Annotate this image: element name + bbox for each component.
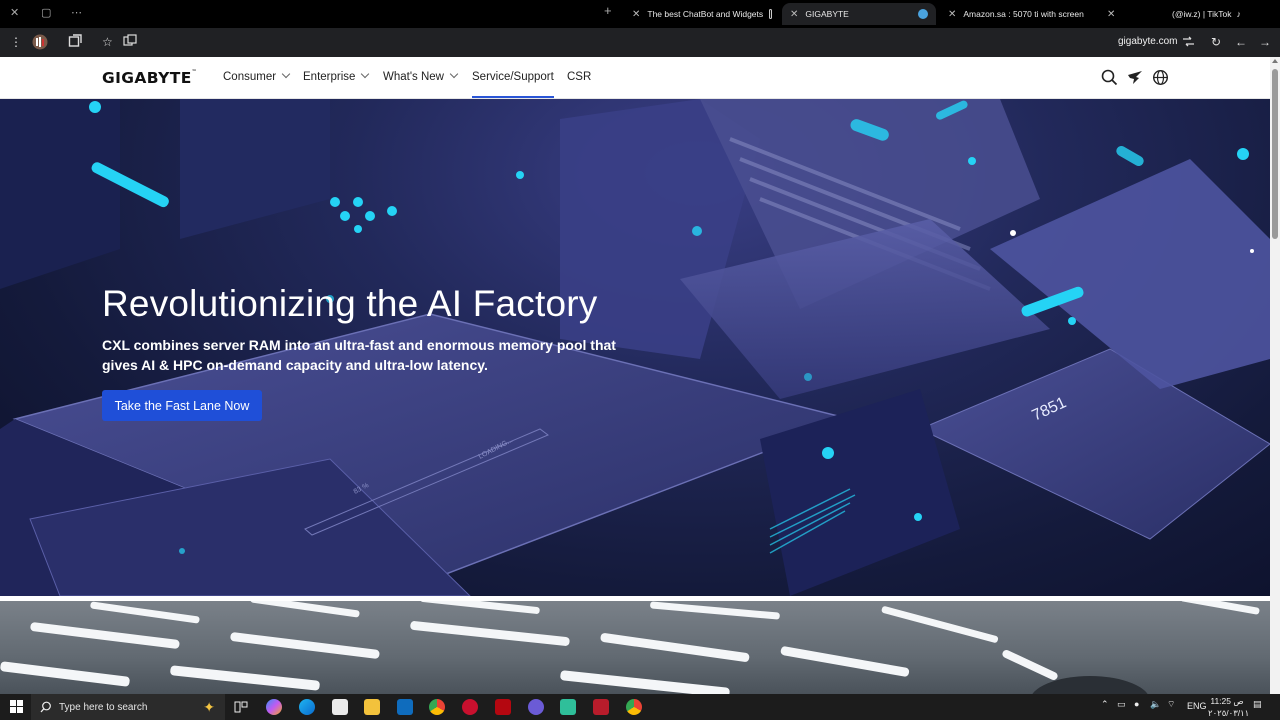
tab-title: (@iw.z) | TikTok <box>1172 9 1232 19</box>
nav-enterprise[interactable]: Enterprise <box>303 69 370 83</box>
volume-icon[interactable]: 🔈 <box>1150 699 1161 710</box>
search-icon <box>40 701 51 713</box>
windows-taskbar: Type here to search ✦ ⌃ ▭ ● 🔈 ⌔ ENG 11:2… <box>0 694 1280 720</box>
chrome-icon[interactable] <box>429 699 445 715</box>
bookmark-star-icon[interactable]: ☆ <box>102 35 113 49</box>
tab-amazon[interactable]: ✕ Amazon.sa : 5070 ti with screen <box>940 3 1094 25</box>
globe-icon[interactable] <box>1152 69 1169 86</box>
back-icon[interactable]: ← <box>1235 35 1247 49</box>
nav-service-support[interactable]: Service/Support <box>472 71 554 98</box>
tab-close-icon[interactable]: ✕ <box>1107 9 1115 20</box>
nav-label: Consumer <box>223 71 277 83</box>
reload-icon[interactable]: ↻ <box>1211 35 1221 49</box>
nav-label: What's New <box>383 71 444 83</box>
chevron-down-icon <box>281 69 291 79</box>
edge-icon[interactable] <box>299 699 315 715</box>
menu-icon[interactable]: ⋮ <box>10 35 22 49</box>
profile-app-icon[interactable] <box>593 699 609 715</box>
logo-text: GIGABYTE <box>102 69 192 87</box>
tab-gigabyte[interactable]: ✕ GIGABYTE <box>782 3 936 25</box>
chevron-down-icon <box>361 69 370 79</box>
clock-time: 11:25 ص <box>1210 696 1244 706</box>
translate-icon[interactable] <box>123 34 137 51</box>
scrollbar-thumb[interactable] <box>1272 69 1278 239</box>
search-placeholder: Type here to search <box>59 701 148 713</box>
tab-title: Amazon.sa : 5070 ti with screen <box>963 9 1084 19</box>
profile-avatar[interactable] <box>32 34 48 53</box>
tab-tiktok[interactable]: ✕ (@iw.z) | TikTok ♪ <box>1099 3 1249 25</box>
taskbar-search-box[interactable]: Type here to search ✦ <box>31 694 225 720</box>
tiktok-icon: ♪ <box>1236 9 1242 19</box>
file-explorer-icon[interactable] <box>364 699 380 715</box>
forward-icon[interactable]: → <box>1259 35 1271 49</box>
aorus-icon[interactable] <box>1127 69 1144 86</box>
new-tab-icon[interactable]: + <box>604 4 612 17</box>
hero-title: Revolutionizing the AI Factory <box>102 283 598 324</box>
clock-date: ٢٠٢٥/٠٣/١١ <box>1208 708 1250 718</box>
windows-start-icon[interactable] <box>10 700 23 713</box>
extensions-icon[interactable] <box>68 34 82 51</box>
nav-label: CSR <box>567 71 592 83</box>
chevron-down-icon <box>449 69 459 79</box>
notifications-icon[interactable]: ▤ <box>1253 699 1262 710</box>
copilot-icon[interactable] <box>266 699 282 715</box>
factory-banner-image <box>0 601 1270 694</box>
chrome-profile-icon[interactable] <box>626 699 642 715</box>
search-icon[interactable] <box>1101 69 1118 86</box>
page-scrollbar[interactable] <box>1270 57 1280 694</box>
more-icon[interactable]: ⋯ <box>71 7 82 19</box>
hero-subtitle: CXL combines server RAM into an ultra-fa… <box>102 337 616 373</box>
close-window-icon[interactable]: ✕ <box>10 7 19 19</box>
take-fast-lane-button[interactable]: Take the Fast Lane Now <box>102 390 262 421</box>
browser-tab-strip: ✕ ▢ ⋯ + ✕ The best ChatBot and Widgets ✕… <box>0 0 1280 28</box>
gigabyte-logo[interactable]: GIGABYTE™ <box>102 69 197 87</box>
nav-whats-new[interactable]: What's New <box>383 69 459 83</box>
network-icon[interactable]: ▭ <box>1117 699 1126 710</box>
tray-chevron-up-icon[interactable]: ⌃ <box>1101 699 1109 710</box>
factory-ceiling-lights <box>0 601 1260 694</box>
wifi-icon[interactable]: ⌔ <box>1167 699 1175 710</box>
nav-label: Service/Support <box>472 71 554 83</box>
tab-favicon <box>918 9 928 19</box>
url-text[interactable]: gigabyte.com <box>1118 36 1177 47</box>
discord-icon[interactable] <box>528 699 544 715</box>
site-header: GIGABYTE™ Consumer Enterprise What's New… <box>0 57 1270 99</box>
restore-window-icon[interactable]: ▢ <box>41 7 51 19</box>
netflix-icon[interactable] <box>495 699 511 715</box>
microphone-icon[interactable]: ● <box>1134 699 1139 709</box>
scroll-up-arrow-icon[interactable] <box>1272 59 1278 63</box>
tab-title: GIGABYTE <box>805 9 849 19</box>
tab-close-icon[interactable]: ✕ <box>790 9 798 20</box>
store-icon[interactable] <box>332 699 348 715</box>
sparkle-icon: ✦ <box>203 698 215 715</box>
site-settings-icon[interactable] <box>1182 35 1195 51</box>
game-app-icon[interactable] <box>462 699 478 715</box>
tab-chatbot[interactable]: ✕ The best ChatBot and Widgets <box>624 3 780 25</box>
nav-csr[interactable]: CSR <box>567 71 591 83</box>
tab-close-icon[interactable]: ✕ <box>948 9 956 20</box>
system-clock[interactable]: 11:25 ص ٢٠٢٥/٠٣/١١ <box>1208 695 1250 719</box>
tab-title: The best ChatBot and Widgets <box>647 9 764 19</box>
address-bar: ⋮ ☆ gigabyte.com ↻ ← → <box>0 28 1280 57</box>
task-view-icon[interactable] <box>233 699 249 715</box>
hero-banner: LOADING... 83 % 7851 Revolutionizing the… <box>0 99 1270 596</box>
outlook-icon[interactable] <box>397 699 413 715</box>
tab-favicon <box>769 9 772 19</box>
nav-consumer[interactable]: Consumer <box>223 69 291 83</box>
language-indicator[interactable]: ENG <box>1187 701 1207 711</box>
app-icon[interactable] <box>560 699 576 715</box>
tab-close-icon[interactable]: ✕ <box>632 9 640 20</box>
nav-label: Enterprise <box>303 71 356 83</box>
